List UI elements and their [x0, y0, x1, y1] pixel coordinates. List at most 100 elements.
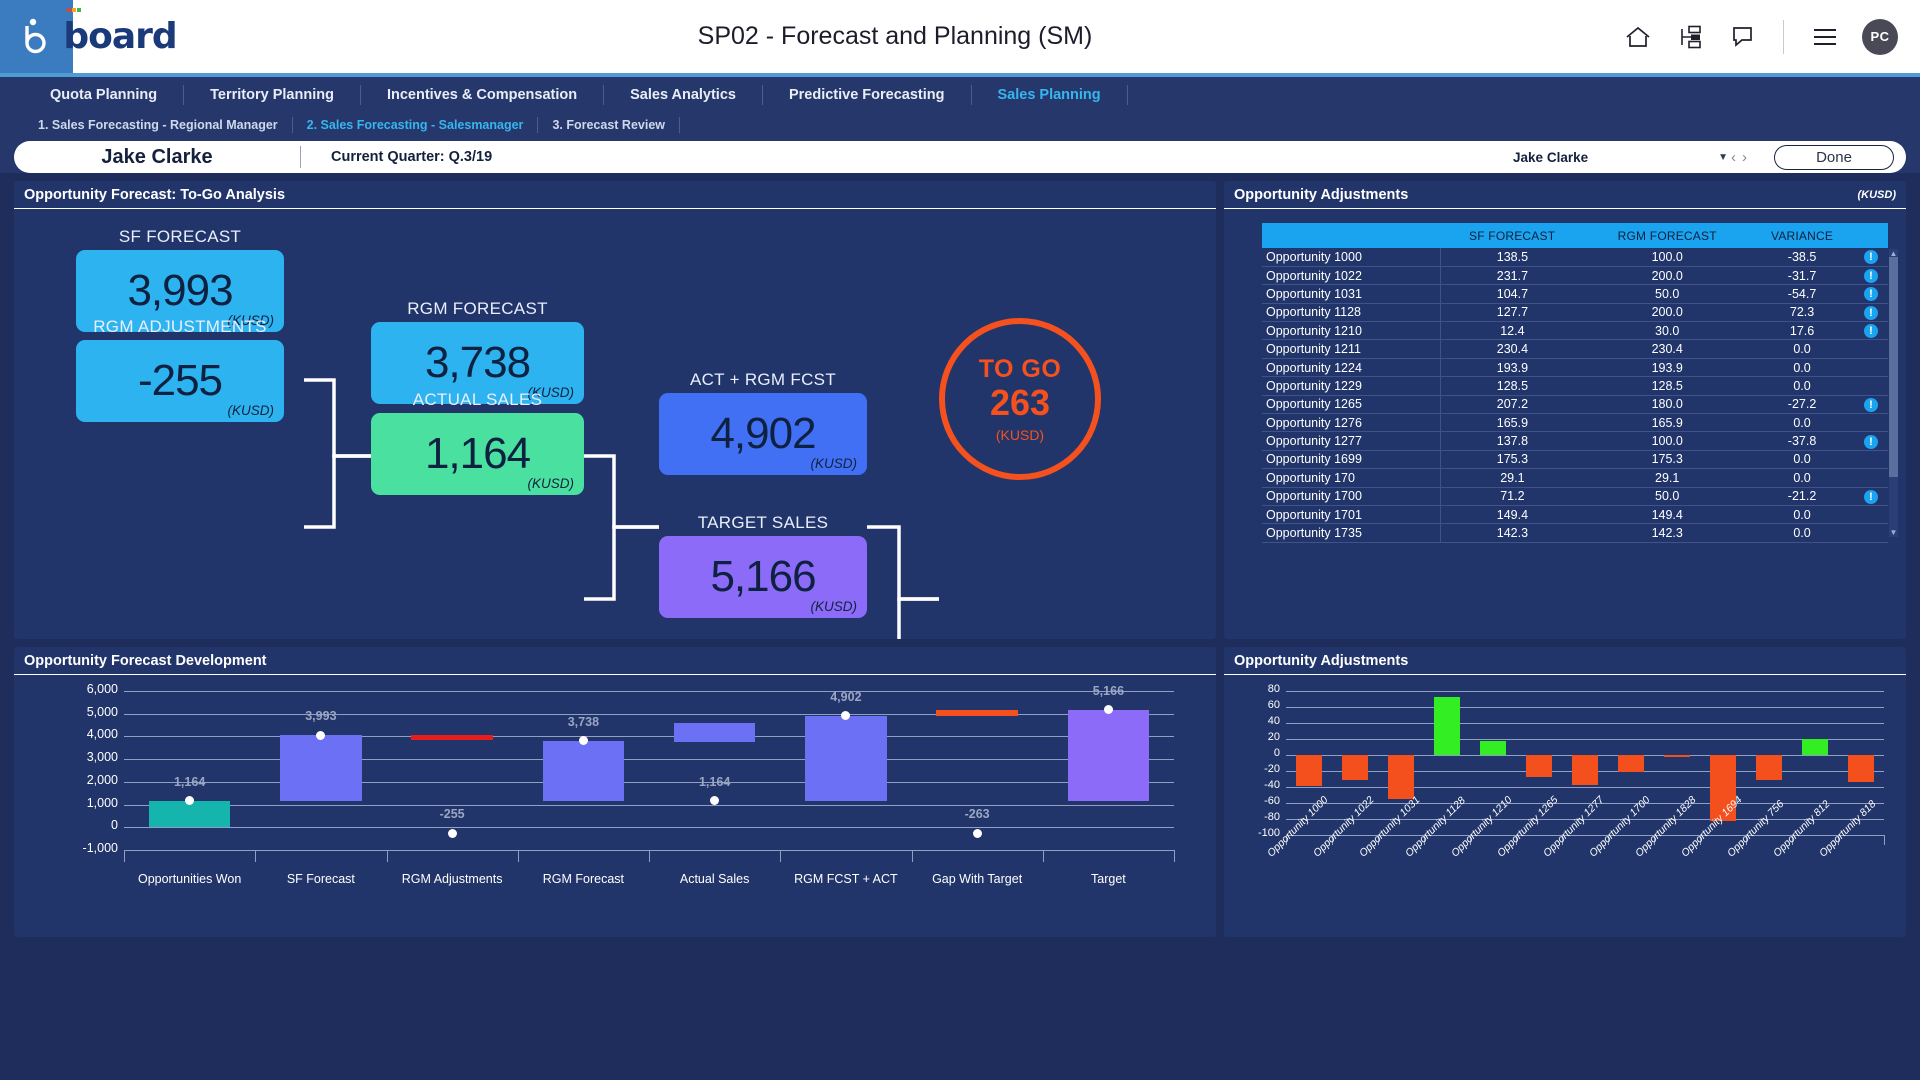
brand-logo[interactable]: board — [63, 0, 178, 73]
kpi-target-sales-box[interactable]: 5,166 (KUSD) — [659, 536, 867, 618]
subnav-item-forecast-review[interactable]: 3. Forecast Review — [538, 118, 679, 132]
table-row[interactable]: Opportunity 1224 193.9 193.9 0.0 — [1262, 358, 1888, 378]
kpi-act-plus-rgm-fcst-box[interactable]: 4,902 (KUSD) — [659, 393, 867, 475]
table-row[interactable]: Opportunity 1276 165.9 165.9 0.0 — [1262, 413, 1888, 433]
cell-rgm-forecast[interactable]: 193.9 — [1584, 358, 1751, 378]
app-logo-mark[interactable] — [0, 0, 73, 73]
cell-rgm-forecast[interactable]: 142.3 — [1584, 523, 1751, 543]
table-row[interactable]: Opportunity 170 29.1 29.1 0.0 — [1262, 468, 1888, 488]
kpi-rgm-adjustments[interactable]: RGM ADJUSTMENTS -255 (KUSD) — [76, 317, 284, 422]
table-scroll-thumb[interactable] — [1889, 257, 1898, 477]
adjustment-bar[interactable] — [1526, 755, 1552, 777]
home-icon[interactable] — [1623, 22, 1653, 52]
adjustment-bar[interactable] — [1342, 755, 1368, 781]
cell-rgm-forecast[interactable]: 200.0 — [1584, 266, 1751, 286]
waterfall-chart[interactable]: 6,000 5,000 4,000 3,000 2,000 1,000 0 -1,000 1,1… — [14, 675, 1216, 935]
table-row[interactable]: Opportunity 1210 12.4 30.0 17.6! — [1262, 321, 1888, 341]
adjustment-bar[interactable] — [1802, 739, 1828, 755]
user-selector-value[interactable]: Jake Clarke — [1513, 150, 1588, 165]
adjustments-bar-chart[interactable]: 80 60 40 20 0 -20 -40 -60 -80 -100 Opportunity 100… — [1224, 675, 1906, 935]
waterfall-bar[interactable] — [1067, 709, 1150, 801]
col-header-rgm-forecast[interactable]: RGM FORECAST — [1584, 223, 1751, 248]
cell-rgm-forecast[interactable]: 230.4 — [1584, 339, 1751, 359]
cell-rgm-forecast[interactable]: 180.0 — [1584, 395, 1751, 415]
adjustments-table-wrapper: SF FORECAST RGM FORECAST VARIANCE Opport… — [1224, 209, 1906, 549]
cell-rgm-forecast[interactable]: 149.4 — [1584, 505, 1751, 525]
cell-rgm-forecast[interactable]: 100.0 — [1584, 248, 1751, 267]
cell-rgm-forecast[interactable]: 128.5 — [1584, 376, 1751, 396]
hierarchy-icon[interactable] — [1675, 22, 1705, 52]
nav-item-sales-planning[interactable]: Sales Planning — [972, 87, 1127, 103]
adjustment-bar[interactable] — [1618, 755, 1644, 772]
cell-rgm-forecast[interactable]: 30.0 — [1584, 321, 1751, 341]
table-row[interactable]: Opportunity 1277 137.8 100.0 -37.8! — [1262, 431, 1888, 451]
table-row[interactable]: Opportunity 1700 71.2 50.0 -21.2! — [1262, 487, 1888, 506]
subnav-item-regional-manager[interactable]: 1. Sales Forecasting - Regional Manager — [24, 118, 292, 132]
nav-item-incentives-compensation[interactable]: Incentives & Compensation — [361, 87, 603, 103]
hamburger-menu-icon[interactable] — [1810, 22, 1840, 52]
kpi-actual-sales[interactable]: ACTUAL SALES 1,164 (KUSD) — [371, 390, 584, 495]
subnav-item-salesmanager[interactable]: 2. Sales Forecasting - Salesmanager — [293, 118, 538, 132]
kpi-target-sales[interactable]: TARGET SALES 5,166 (KUSD) — [659, 513, 867, 618]
adjustment-bar[interactable] — [1664, 755, 1690, 757]
cell-rgm-forecast[interactable]: 200.0 — [1584, 303, 1751, 323]
table-row[interactable]: Opportunity 1265 207.2 180.0 -27.2! — [1262, 395, 1888, 415]
adjustment-bar[interactable] — [1388, 755, 1414, 799]
adjustment-bar[interactable] — [1572, 755, 1598, 786]
table-row[interactable]: Opportunity 1229 128.5 128.5 0.0 — [1262, 376, 1888, 396]
adjustment-bar[interactable] — [1756, 755, 1782, 780]
cell-rgm-forecast[interactable]: 165.9 — [1584, 413, 1751, 433]
waterfall-bar[interactable] — [673, 722, 756, 743]
chevron-down-icon[interactable]: ▼ — [1718, 152, 1728, 163]
table-row[interactable]: Opportunity 1031 104.7 50.0 -54.7! — [1262, 284, 1888, 304]
kpi-act-plus-rgm-fcst[interactable]: ACT + RGM FCST 4,902 (KUSD) — [659, 370, 867, 475]
waterfall-bar[interactable] — [411, 735, 493, 741]
current-user-name: Jake Clarke — [101, 145, 213, 168]
cell-rgm-forecast[interactable]: 29.1 — [1584, 468, 1751, 488]
togo-indicator[interactable]: TO GO 263 (KUSD) — [939, 318, 1101, 480]
table-row[interactable]: Opportunity 1022 231.7 200.0 -31.7! — [1262, 266, 1888, 286]
nav-item-sales-analytics[interactable]: Sales Analytics — [604, 87, 762, 103]
waterfall-bar[interactable] — [280, 735, 362, 801]
waterfall-bar[interactable] — [936, 709, 1018, 716]
alert-icon: ! — [1864, 287, 1878, 302]
x-axis-category-label: Target — [1091, 872, 1126, 886]
table-row[interactable]: Opportunity 1128 127.7 200.0 72.3! — [1262, 303, 1888, 323]
y-axis-tick-label: 1,000 — [86, 795, 118, 810]
waterfall-bar[interactable] — [805, 715, 887, 801]
cell-rgm-forecast[interactable]: 100.0 — [1584, 431, 1751, 451]
kpi-rgm-adjustments-box[interactable]: -255 (KUSD) — [76, 340, 284, 422]
col-header-sf-forecast[interactable]: SF FORECAST — [1440, 223, 1585, 248]
table-row[interactable]: Opportunity 1701 149.4 149.4 0.0 — [1262, 505, 1888, 525]
next-selection-button[interactable]: › — [1739, 149, 1750, 166]
table-scrollbar[interactable]: ▲ ▼ — [1889, 249, 1898, 537]
nav-item-territory-planning[interactable]: Territory Planning — [184, 87, 360, 103]
adjustment-bar[interactable] — [1480, 740, 1506, 755]
cell-rgm-forecast[interactable]: 175.3 — [1584, 450, 1751, 470]
adjustment-bar[interactable] — [1434, 697, 1460, 755]
gridline — [1286, 707, 1884, 708]
cell-rgm-forecast[interactable]: 50.0 — [1584, 284, 1751, 304]
avatar[interactable]: PC — [1862, 18, 1898, 55]
adjustment-bar[interactable] — [1848, 755, 1874, 783]
table-row[interactable]: Opportunity 1211 230.4 230.4 0.0 — [1262, 339, 1888, 359]
prev-selection-button[interactable]: ‹ — [1728, 149, 1739, 166]
table-row[interactable]: Opportunity 1000 138.5 100.0 -38.5! — [1262, 248, 1888, 267]
table-row[interactable]: Opportunity 1699 175.3 175.3 0.0 — [1262, 450, 1888, 470]
kpi-rgm-forecast[interactable]: RGM FORECAST 3,738 (KUSD) — [371, 299, 584, 404]
cell-sf-forecast: 12.4 — [1440, 321, 1585, 341]
col-header-opportunity[interactable] — [1262, 223, 1440, 248]
scroll-down-icon[interactable]: ▼ — [1889, 528, 1898, 537]
kpi-actual-sales-box[interactable]: 1,164 (KUSD) — [371, 413, 584, 495]
comment-icon[interactable] — [1727, 22, 1757, 52]
cell-variance: 0.0 — [1750, 523, 1854, 543]
done-button[interactable]: Done — [1774, 144, 1894, 170]
col-header-variance[interactable]: VARIANCE — [1750, 223, 1854, 248]
adjustment-bar[interactable] — [1296, 755, 1322, 786]
waterfall-bar[interactable] — [542, 740, 625, 801]
nav-item-quota-planning[interactable]: Quota Planning — [24, 87, 183, 103]
table-row[interactable]: Opportunity 1735 142.3 142.3 0.0 — [1262, 523, 1888, 543]
cell-rgm-forecast[interactable]: 50.0 — [1584, 487, 1751, 506]
nav-item-predictive-forecasting[interactable]: Predictive Forecasting — [763, 87, 971, 103]
bar-value-label: -255 — [439, 807, 465, 822]
